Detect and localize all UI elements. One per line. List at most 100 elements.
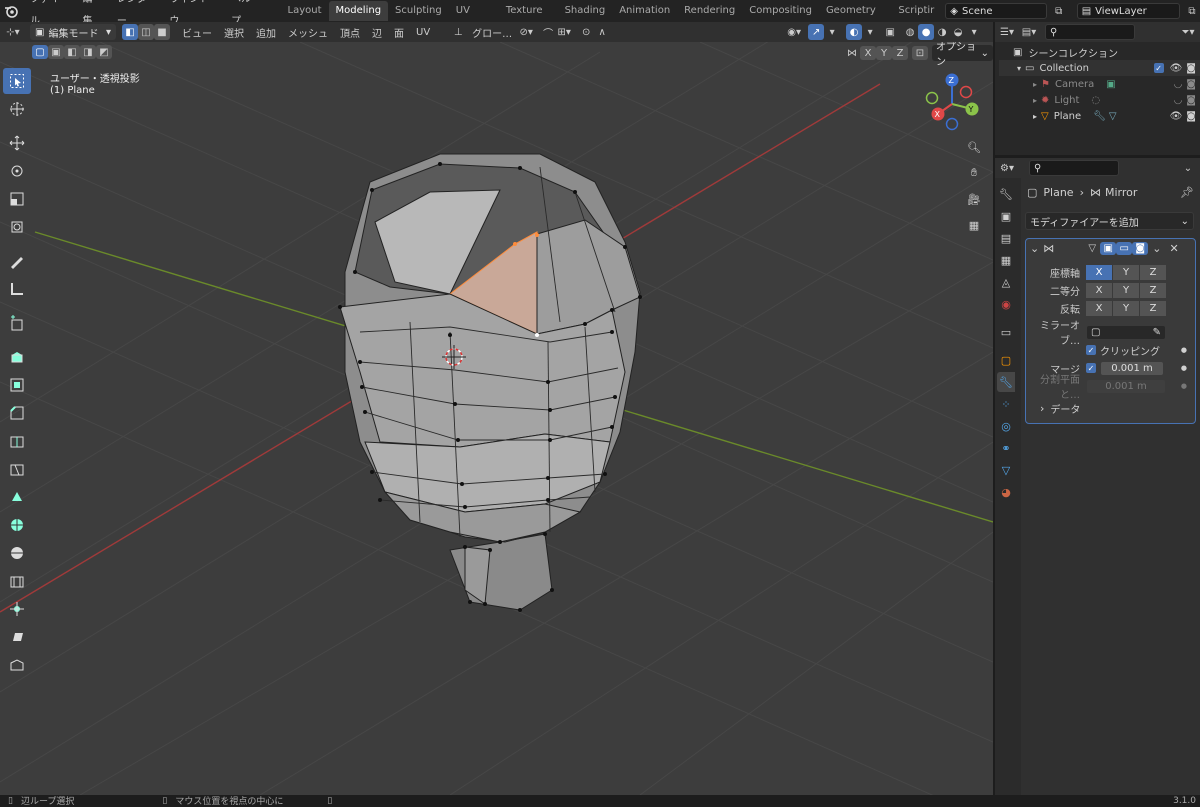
keyframe-dot-icon[interactable]: ● <box>1181 382 1187 390</box>
shading-material-icon[interactable]: ◑ <box>934 24 950 40</box>
pan-hand-icon[interactable]: ✋︎ <box>962 162 986 184</box>
menu-face[interactable]: 面 <box>388 25 410 40</box>
constraints-tab-icon[interactable]: ⚭ <box>997 438 1015 458</box>
tab-rendering[interactable]: Rendering <box>677 1 742 21</box>
camera-render-icon[interactable]: ◙ <box>1186 63 1196 74</box>
outliner-item-collection[interactable]: ▾ ▭ Collection ✓ 👁︎ ◙ <box>999 60 1200 76</box>
spin-tool-icon[interactable] <box>3 512 31 538</box>
extrude-tool-icon[interactable] <box>3 344 31 370</box>
3d-viewport[interactable]: Z Y X ▢ ▣ ◧ ◨ ◩ ⋈ X Y Z ⊡ オプション ⌄ ユーザー・透… <box>0 42 993 795</box>
mirror-object-field[interactable]: ▢ ✎ <box>1086 324 1166 340</box>
outliner-item-camera[interactable]: ▸ ⚑ Camera ▣ ◡ ◙ <box>999 76 1200 92</box>
edit-mode-display-icon[interactable]: ▽ <box>1084 240 1100 256</box>
scene-tab-icon[interactable]: ◬ <box>997 272 1015 292</box>
shrink-fatten-tool-icon[interactable] <box>3 596 31 622</box>
menu-vertex[interactable]: 頂点 <box>334 25 366 40</box>
select-extend-icon[interactable]: ▣ <box>48 45 64 59</box>
edge-select-icon[interactable]: ◫ <box>138 24 154 40</box>
flip-y-button[interactable]: Y <box>1113 300 1139 316</box>
select-invert-icon[interactable]: ◨ <box>80 45 96 59</box>
camera-render-icon[interactable]: ◙ <box>1186 79 1196 90</box>
keyframe-dot-icon[interactable]: ● <box>1181 346 1187 354</box>
filter-icon[interactable]: ⏷▾ <box>1180 24 1196 40</box>
bisect-x-button[interactable]: X <box>1086 282 1112 298</box>
menu-view[interactable]: ビュー <box>176 25 218 40</box>
scene-selector[interactable]: ◈ Scene <box>945 3 1047 19</box>
tab-uv-editing[interactable]: UV Editing <box>449 1 499 36</box>
data-subpanel[interactable]: › データ <box>1026 399 1195 417</box>
viewlayer-selector[interactable]: ▤ ViewLayer <box>1076 3 1180 19</box>
move-tool-icon[interactable] <box>3 130 31 156</box>
face-select-icon[interactable]: ■ <box>154 24 170 40</box>
tab-layout[interactable]: Layout <box>281 1 329 21</box>
bevel-tool-icon[interactable] <box>3 400 31 426</box>
eye-closed-icon[interactable]: ◡ <box>1174 95 1183 106</box>
proportional-icon[interactable]: ⊙ <box>578 24 594 40</box>
axis-x-button[interactable]: X <box>1086 264 1112 280</box>
shading-rendered-icon[interactable]: ◒ <box>950 24 966 40</box>
tab-shading[interactable]: Shading <box>558 1 613 21</box>
tab-modeling[interactable]: Modeling <box>328 1 389 21</box>
blender-logo-icon[interactable] <box>0 0 22 22</box>
select-box-icon[interactable] <box>3 68 31 94</box>
tab-animation[interactable]: Animation <box>612 1 677 21</box>
snap-icon[interactable]: ⌒ <box>540 24 556 40</box>
select-new-icon[interactable]: ▢ <box>32 45 48 59</box>
properties-search-input[interactable]: ⚲ <box>1029 160 1119 176</box>
mirror-x-button[interactable]: X <box>860 46 876 60</box>
outliner-item-light[interactable]: ▸ ✹ Light ◌ ◡ ◙ <box>999 92 1200 108</box>
inset-tool-icon[interactable] <box>3 372 31 398</box>
viewport-toggle-icon[interactable]: ▭ <box>1116 241 1133 255</box>
flip-x-button[interactable]: X <box>1086 300 1112 316</box>
add-cube-tool-icon[interactable] <box>3 310 31 336</box>
falloff-icon[interactable]: ∧ <box>594 24 610 40</box>
close-icon[interactable]: ✕ <box>1169 242 1178 255</box>
transform-tool-icon[interactable] <box>3 214 31 240</box>
chevron-down-icon[interactable]: ⌄ <box>1152 242 1161 255</box>
merge-distance-field[interactable]: 0.001 m <box>1100 360 1164 376</box>
poly-build-tool-icon[interactable] <box>3 484 31 510</box>
cursor-tool-icon[interactable] <box>3 96 31 122</box>
collection-tab-icon[interactable]: ▭ <box>997 322 1015 342</box>
editor-type-icon[interactable]: ⊹▾ <box>0 24 26 40</box>
eyedropper-icon[interactable]: ✎ <box>1153 327 1161 338</box>
rip-region-tool-icon[interactable] <box>3 652 31 678</box>
bisect-distance-field[interactable]: 0.001 m <box>1086 378 1166 394</box>
display-mode-icon[interactable]: ▤▾ <box>1021 24 1037 40</box>
overlay-options-icon[interactable]: ▾ <box>862 24 878 40</box>
shading-wireframe-icon[interactable]: ◍ <box>902 24 918 40</box>
grid-toggle-icon[interactable]: ▦ <box>962 214 986 236</box>
transform-orientation-label[interactable]: グロー… <box>466 25 518 40</box>
vertex-select-icon[interactable]: ◧ <box>122 24 138 40</box>
physics-tab-icon[interactable]: ◎ <box>997 416 1015 436</box>
data-tab-icon[interactable]: ▽ <box>997 460 1015 480</box>
eye-icon[interactable]: 👁︎ <box>1170 111 1183 122</box>
select-subtract-icon[interactable]: ◧ <box>64 45 80 59</box>
world-tab-icon[interactable]: ◉ <box>997 294 1015 314</box>
outliner-item-plane[interactable]: ▸ ▽ Plane 🔧︎ ▽ 👁︎ ◙ <box>999 108 1200 124</box>
smooth-tool-icon[interactable] <box>3 540 31 566</box>
menu-select[interactable]: 選択 <box>218 25 250 40</box>
tool-tab-icon[interactable]: 🔧︎ <box>997 184 1015 204</box>
tab-geometry-nodes[interactable]: Geometry Nodes <box>819 1 891 36</box>
menu-uv[interactable]: UV <box>410 27 436 38</box>
xray-icon[interactable]: ▣ <box>882 24 898 40</box>
object-tab-icon[interactable]: ▢ <box>997 350 1015 370</box>
tab-sculpting[interactable]: Sculpting <box>388 1 449 21</box>
tab-scripting[interactable]: Scriptir <box>891 1 941 21</box>
bisect-z-button[interactable]: Z <box>1140 282 1166 298</box>
options-dropdown[interactable]: オプション ⌄ <box>932 42 993 68</box>
material-tab-icon[interactable]: ◕ <box>997 482 1015 502</box>
expand-icon[interactable]: ▸ <box>1033 96 1037 105</box>
gizmo-options-icon[interactable]: ▾ <box>824 24 840 40</box>
collapse-icon[interactable]: ⌄ <box>1030 242 1039 255</box>
auto-merge-icon[interactable]: ⊡ <box>912 46 928 60</box>
measure-tool-icon[interactable] <box>3 276 31 302</box>
bisect-y-button[interactable]: Y <box>1113 282 1139 298</box>
transform-orientation-icon[interactable]: ⊥ <box>450 24 466 40</box>
overlay-toggle-icon[interactable]: ◐ <box>846 24 863 40</box>
rotate-tool-icon[interactable] <box>3 158 31 184</box>
eye-closed-icon[interactable]: ◡ <box>1174 79 1183 90</box>
outliner-scene-collection[interactable]: ▣ シーンコレクション <box>999 44 1200 60</box>
tab-texture-paint[interactable]: Texture Paint <box>499 1 558 36</box>
